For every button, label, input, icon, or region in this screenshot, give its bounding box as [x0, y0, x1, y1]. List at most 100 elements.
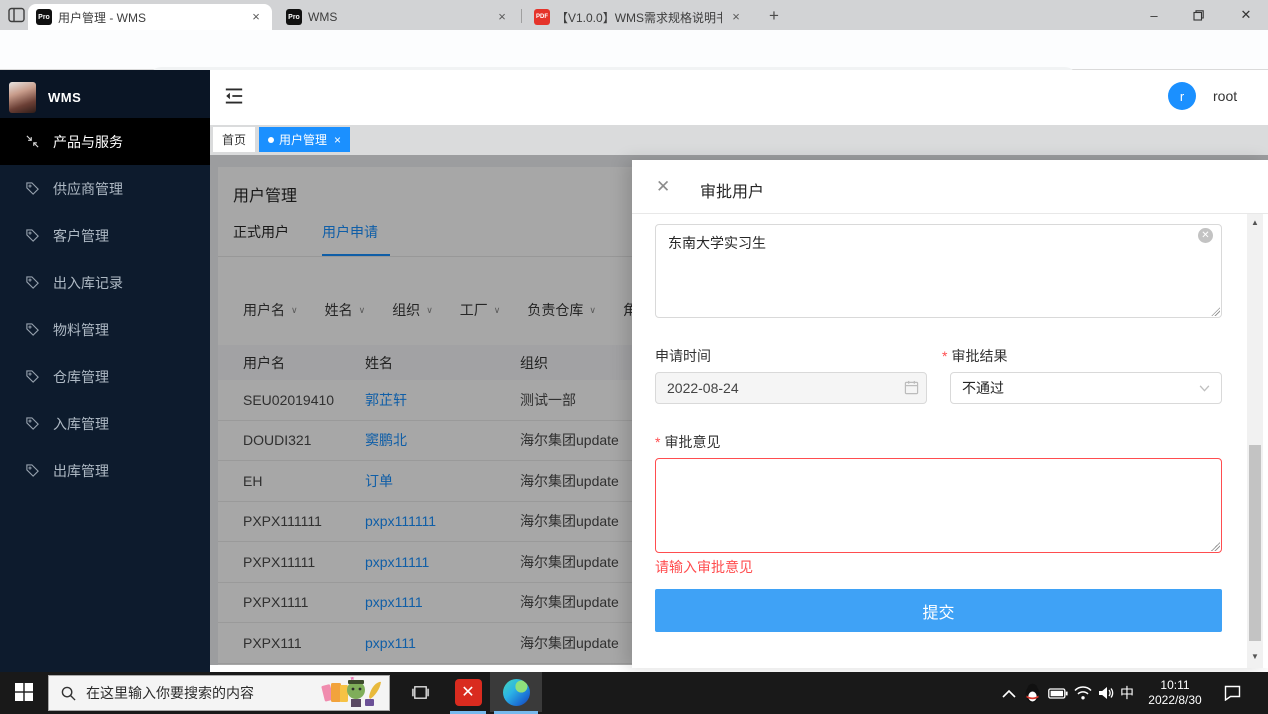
tab-close-icon[interactable]: ×	[728, 9, 744, 25]
pro-favicon: Pro	[286, 9, 302, 25]
user-avatar[interactable]: r	[1168, 82, 1196, 110]
browser-tab-strip: Pro 用户管理 - WMS × Pro WMS × PDF 【V1.0.0】W…	[0, 0, 1268, 30]
edge-taskbar-button[interactable]	[490, 672, 542, 712]
scrollbar-thumb[interactable]	[1249, 445, 1261, 641]
chevron-down-icon	[1199, 385, 1210, 392]
window-minimize-button[interactable]: –	[1132, 0, 1176, 30]
approve-user-drawer: ✕ 审批用户 东南大学实习生 ✕ 申请时间 *审批结果 不通过 *审批意见 请输…	[632, 160, 1268, 668]
nav-tab-home[interactable]: 首页	[213, 127, 255, 152]
sidebar-item-label: 出入库记录	[53, 273, 123, 293]
tag-icon	[25, 369, 40, 384]
clear-input-icon[interactable]: ✕	[1198, 228, 1213, 243]
tray-battery-icon[interactable]	[1048, 672, 1068, 714]
tray-chevron-up-icon[interactable]	[1002, 672, 1016, 714]
tag-icon	[25, 416, 40, 431]
result-select-value: 不通过	[962, 378, 1004, 398]
browser-tab-2[interactable]: Pro WMS ×	[278, 4, 518, 30]
active-dot-icon	[268, 137, 274, 143]
tray-ime-indicator[interactable]: 中	[1120, 672, 1134, 714]
tray-qq-icon[interactable]	[1024, 672, 1041, 714]
window-close-button[interactable]: ✕	[1224, 0, 1268, 30]
resize-handle-icon[interactable]	[1210, 541, 1220, 551]
pinned-app-red-x[interactable]: ✕	[446, 672, 490, 712]
window-restore-button[interactable]	[1176, 0, 1220, 30]
page-tab-bar	[210, 125, 1268, 155]
sidebar-item-customers[interactable]: 客户管理	[0, 212, 210, 259]
result-select[interactable]: 不通过	[950, 372, 1222, 404]
user-name[interactable]: root	[1213, 88, 1237, 104]
sidebar-item-label: 供应商管理	[53, 179, 123, 199]
browser-tab-title: 【V1.0.0】WMS需求规格说明书	[556, 9, 722, 26]
browser-toolbar: 不安全 iot-dev.nangaoyun.com:17304/w/#/syst…	[0, 30, 1268, 70]
logo-avatar	[9, 82, 36, 113]
required-asterisk: *	[655, 434, 660, 450]
tray-volume-icon[interactable]	[1098, 672, 1114, 714]
tag-icon	[25, 228, 40, 243]
drawer-title: 审批用户	[700, 178, 764, 202]
nav-tab-close-icon[interactable]: ×	[334, 133, 341, 147]
tab-divider	[521, 9, 522, 23]
start-button[interactable]	[0, 672, 48, 712]
sidebar-item-outbound[interactable]: 出库管理	[0, 447, 210, 494]
edge-icon	[503, 679, 530, 706]
sidebar-item-label: 入库管理	[53, 414, 109, 434]
screen: Pro 用户管理 - WMS × Pro WMS × PDF 【V1.0.0】W…	[0, 0, 1268, 714]
apply-time-input[interactable]	[655, 372, 927, 404]
drawer-close-icon[interactable]: ✕	[656, 178, 670, 195]
opinion-textarea[interactable]	[655, 458, 1222, 553]
opinion-error-text: 请输入审批意见	[655, 557, 753, 577]
sidebar-item-materials[interactable]: 物料管理	[0, 306, 210, 353]
menu-fold-icon[interactable]	[224, 87, 244, 105]
action-center-icon[interactable]	[1224, 672, 1241, 714]
search-illustration	[321, 677, 383, 709]
pdf-favicon: PDF	[534, 9, 550, 25]
ime-label: 中	[1120, 683, 1134, 703]
resize-handle-icon[interactable]	[1210, 306, 1220, 316]
calendar-icon	[904, 380, 919, 395]
browser-tab-title: WMS	[308, 10, 488, 24]
tab-close-icon[interactable]: ×	[248, 9, 264, 25]
shrink-arrows-icon	[25, 134, 40, 149]
description-textarea[interactable]: 东南大学实习生	[655, 224, 1222, 318]
search-placeholder: 在这里输入你要搜索的内容	[86, 683, 254, 703]
tray-clock[interactable]: 10:11 2022/8/30	[1146, 672, 1204, 714]
browser-tab-active[interactable]: Pro 用户管理 - WMS ×	[28, 4, 272, 30]
sidebar-item-inout-records[interactable]: 出入库记录	[0, 259, 210, 306]
sidebar-item-products[interactable]: 产品与服务	[0, 118, 210, 165]
sidebar-item-suppliers[interactable]: 供应商管理	[0, 165, 210, 212]
new-tab-button[interactable]: +	[764, 7, 784, 27]
clock-time: 10:11	[1146, 678, 1204, 693]
nav-tab-user-management[interactable]: 用户管理 ×	[259, 127, 350, 152]
logo-text: WMS	[48, 90, 81, 105]
app-header	[210, 70, 1268, 125]
sidebar-menu: 产品与服务 供应商管理 客户管理 出入库记录 物料管理 仓库管理 入库管理 出	[0, 118, 210, 494]
sidebar-item-warehouses[interactable]: 仓库管理	[0, 353, 210, 400]
nav-tab-label: 用户管理	[279, 131, 327, 148]
tag-icon	[25, 322, 40, 337]
search-icon	[61, 686, 76, 701]
clock-date: 2022/8/30	[1146, 693, 1204, 708]
tab-close-icon[interactable]: ×	[494, 9, 510, 25]
scrollbar-down-icon[interactable]: ▼	[1250, 652, 1260, 661]
tag-icon	[25, 275, 40, 290]
opinion-label: *审批意见	[655, 432, 720, 452]
tray-wifi-icon[interactable]	[1074, 672, 1092, 714]
required-asterisk: *	[942, 348, 947, 364]
sidebar-item-label: 仓库管理	[53, 367, 109, 387]
browser-tab-3[interactable]: PDF 【V1.0.0】WMS需求规格说明书 ×	[526, 4, 752, 30]
scrollbar-up-icon[interactable]: ▲	[1250, 218, 1260, 227]
sidebar-item-label: 物料管理	[53, 320, 109, 340]
submit-button[interactable]: 提交	[655, 589, 1222, 632]
tag-icon	[25, 181, 40, 196]
sidebar-item-label: 产品与服务	[53, 132, 123, 152]
red-x-app-icon: ✕	[455, 679, 482, 706]
nav-tab-label: 首页	[222, 131, 246, 148]
tab-actions-icon[interactable]	[8, 7, 25, 23]
sidebar-logo: WMS	[0, 70, 210, 125]
tag-icon	[25, 463, 40, 478]
sidebar-item-inbound[interactable]: 入库管理	[0, 400, 210, 447]
browser-tab-title: 用户管理 - WMS	[58, 9, 242, 26]
task-view-button[interactable]	[398, 672, 442, 712]
taskbar-search-box[interactable]: 在这里输入你要搜索的内容	[48, 675, 390, 711]
pro-favicon: Pro	[36, 9, 52, 25]
